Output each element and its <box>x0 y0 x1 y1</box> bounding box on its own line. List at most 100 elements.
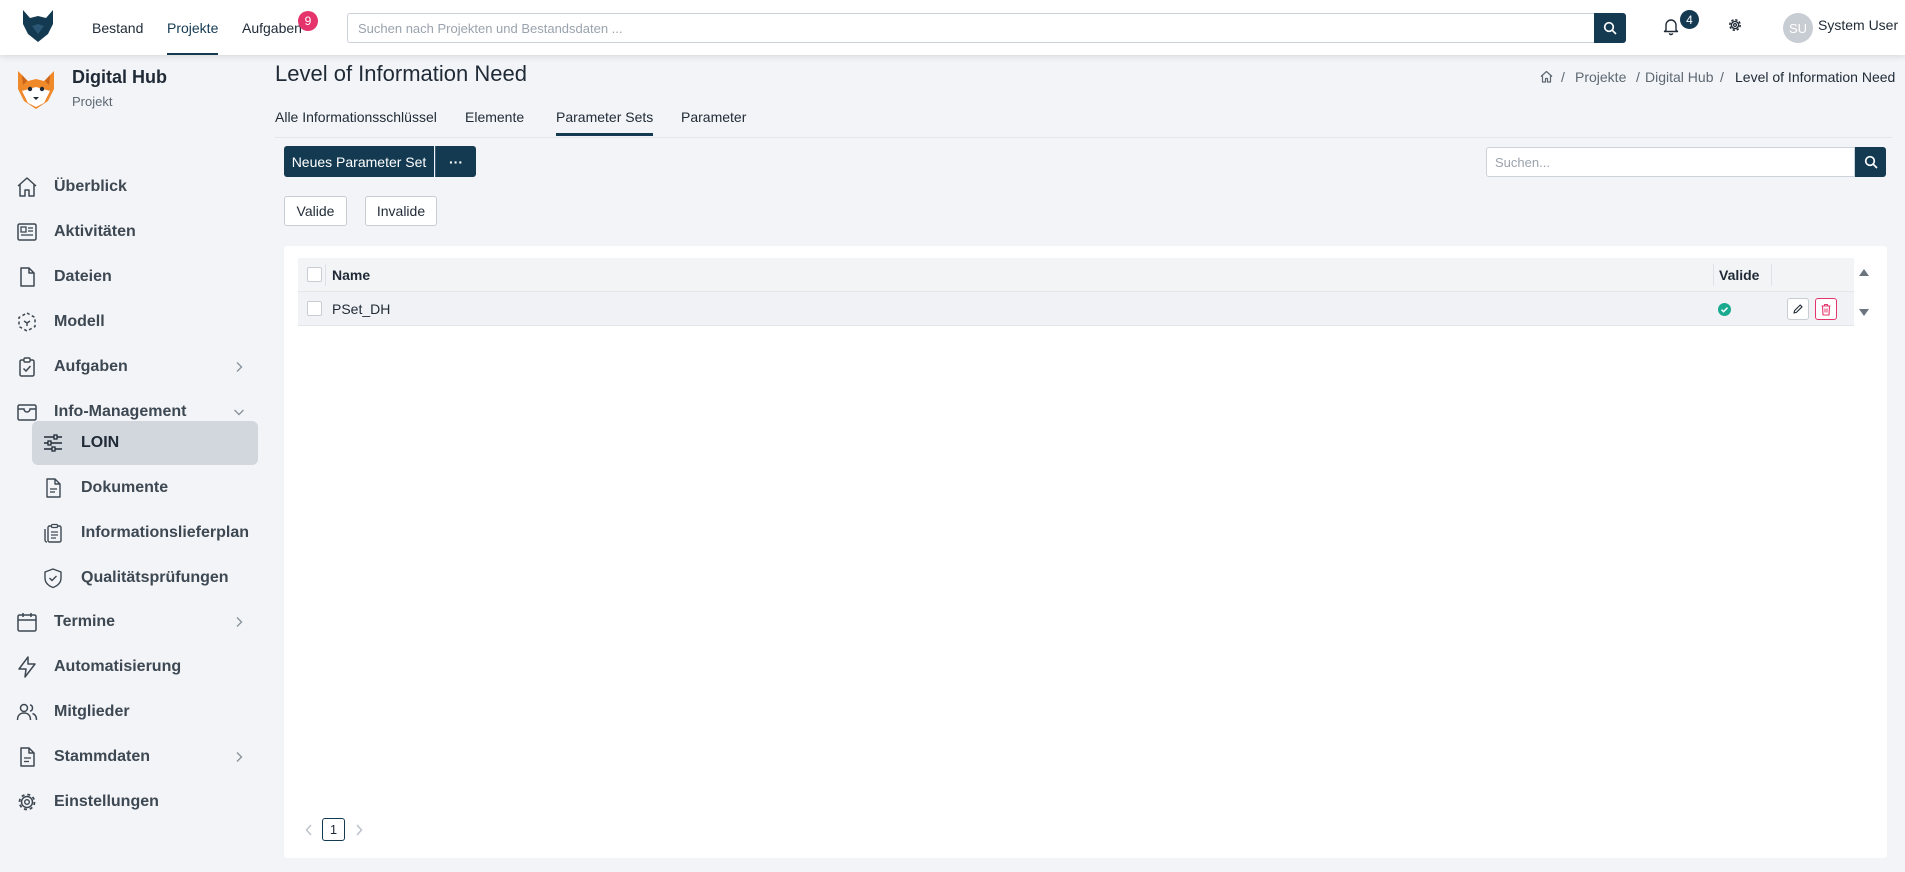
scroll-up-arrow-icon[interactable] <box>1857 266 1871 278</box>
project-fox-avatar-icon <box>18 71 54 109</box>
sidebar-subitem-label: Dokumente <box>81 479 169 496</box>
sidebar-item-mitglieder[interactable]: Mitglieder <box>0 694 262 730</box>
notifications-count-badge: 4 <box>1680 10 1699 29</box>
tab-elemente[interactable]: Elemente <box>465 109 524 137</box>
top-bar: Bestand Projekte Aufgaben 9 4 SU System … <box>0 0 1905 55</box>
filter-valide-button[interactable]: Valide <box>284 196 347 226</box>
copy-list-icon <box>44 523 62 543</box>
table-row[interactable]: PSet_DH <box>298 292 1854 326</box>
user-avatar[interactable]: SU <box>1783 13 1813 43</box>
breadcrumb-separator: / <box>1720 69 1724 85</box>
sidebar-subitem-label: Informationslieferplan <box>81 524 250 541</box>
delete-button[interactable] <box>1815 298 1837 320</box>
chevron-right-icon <box>236 362 243 372</box>
column-separator <box>325 264 326 286</box>
file-icon <box>20 267 35 287</box>
sidebar-subitem-loin[interactable]: LOIN <box>32 421 258 465</box>
row-checkbox[interactable] <box>307 301 322 316</box>
edit-button[interactable] <box>1787 298 1809 320</box>
breadcrumb-digital-hub[interactable]: Digital Hub <box>1645 69 1713 85</box>
trash-icon <box>1821 303 1831 316</box>
sliders-icon <box>44 434 62 452</box>
column-separator <box>1771 264 1772 286</box>
global-search-input[interactable] <box>347 13 1594 43</box>
chevron-right-icon <box>236 752 243 762</box>
breadcrumb-home-icon[interactable] <box>1539 69 1554 84</box>
sidebar-item-einstellungen[interactable]: Einstellungen <box>0 784 262 820</box>
breadcrumb-projekte[interactable]: Projekte <box>1575 69 1626 85</box>
sidebar-item-label: Modell <box>54 313 105 330</box>
pagination-next-icon[interactable] <box>354 823 364 837</box>
breadcrumb-separator: / <box>1636 69 1640 85</box>
sidebar-item-ueberblick[interactable]: Überblick <box>0 169 262 205</box>
home-icon <box>17 177 37 197</box>
gear-icon <box>18 793 36 811</box>
cube-icon <box>18 312 36 332</box>
sidebar-subitem-label: LOIN <box>81 434 120 451</box>
sidebar-item-label: Aktivitäten <box>54 223 136 240</box>
sidebar-item-label: Dateien <box>54 268 112 285</box>
sidebar: Digital Hub Projekt Überblick Aktivitäte… <box>0 55 262 872</box>
parameter-sets-table-card: Name Valide PSet_DH 1 <box>284 246 1887 858</box>
fox-logo-icon[interactable] <box>20 8 56 44</box>
sidebar-item-aufgaben[interactable]: Aufgaben <box>0 349 262 385</box>
chevron-right-icon <box>236 617 243 627</box>
column-header-valide[interactable]: Valide <box>1719 267 1759 283</box>
pagination-prev-icon[interactable] <box>304 823 314 837</box>
filter-invalide-button[interactable]: Invalide <box>365 196 437 226</box>
sidebar-item-label: Überblick <box>54 178 127 195</box>
sidebar-subitem-label: Qualitätsprüfungen <box>81 569 229 586</box>
sidebar-subitem-qualitaetspruefungen[interactable]: Qualitätsprüfungen <box>32 556 258 600</box>
tasks-count-badge: 9 <box>298 11 318 31</box>
pencil-icon <box>1793 304 1803 314</box>
page-title: Level of Information Need <box>275 61 527 86</box>
shield-check-icon <box>44 568 62 589</box>
sidebar-item-termine[interactable]: Termine <box>0 604 262 640</box>
users-icon <box>16 703 38 721</box>
calendar-icon <box>17 613 37 632</box>
global-search-button[interactable] <box>1594 13 1626 43</box>
sidebar-item-label: Mitglieder <box>54 703 130 720</box>
topnav-projekte[interactable]: Projekte <box>167 0 219 55</box>
search-icon <box>1864 155 1878 169</box>
new-parameter-set-button[interactable]: Neues Parameter Set <box>284 146 434 177</box>
tab-alle-informationsschluessel[interactable]: Alle Informationsschlüssel <box>275 109 437 137</box>
breadcrumb-separator: / <box>1561 69 1565 85</box>
sidebar-item-label: Termine <box>54 613 116 630</box>
topnav-aufgaben[interactable]: Aufgaben <box>242 0 302 55</box>
clipboard-check-icon <box>19 357 35 377</box>
valid-check-icon <box>1718 303 1731 316</box>
row-name: PSet_DH <box>332 301 391 317</box>
sidebar-item-modell[interactable]: Modell <box>0 304 262 340</box>
settings-gear-icon[interactable] <box>1726 16 1744 34</box>
sidebar-item-stammdaten[interactable]: Stammdaten <box>0 739 262 775</box>
project-type: Projekt <box>72 94 113 109</box>
sidebar-item-dateien[interactable]: Dateien <box>0 259 262 295</box>
list-search-button[interactable] <box>1855 147 1886 177</box>
lightning-icon <box>18 656 36 678</box>
sidebar-item-aktivitaeten[interactable]: Aktivitäten <box>0 214 262 250</box>
sidebar-item-label: Automatisierung <box>54 658 182 675</box>
scroll-down-arrow-icon[interactable] <box>1857 306 1871 318</box>
search-icon <box>1603 21 1617 35</box>
breadcrumb-current: Level of Information Need <box>1735 69 1896 85</box>
sidebar-item-label: Stammdaten <box>54 748 151 765</box>
tab-parameter[interactable]: Parameter <box>681 109 746 137</box>
chevron-down-icon <box>234 409 244 416</box>
sidebar-subitem-informationslieferplan[interactable]: Informationslieferplan <box>32 511 258 555</box>
project-name: Digital Hub <box>72 67 167 87</box>
list-search-input[interactable] <box>1486 147 1855 177</box>
select-all-checkbox[interactable] <box>307 267 322 282</box>
sidebar-subitem-dokumente[interactable]: Dokumente <box>32 466 258 510</box>
tabs-divider <box>275 137 1892 138</box>
sidebar-item-automatisierung[interactable]: Automatisierung <box>0 649 262 685</box>
tab-parameter-sets[interactable]: Parameter Sets <box>556 109 654 137</box>
sidebar-item-label: Info-Management <box>54 403 187 420</box>
user-name[interactable]: System User <box>1818 17 1898 33</box>
more-options-button[interactable]: ··· <box>435 146 476 177</box>
bell-icon[interactable] <box>1662 16 1680 36</box>
topnav-bestand[interactable]: Bestand <box>92 0 143 55</box>
column-header-name[interactable]: Name <box>332 267 370 283</box>
pagination-page-1[interactable]: 1 <box>322 818 345 841</box>
newspaper-icon <box>17 223 37 241</box>
